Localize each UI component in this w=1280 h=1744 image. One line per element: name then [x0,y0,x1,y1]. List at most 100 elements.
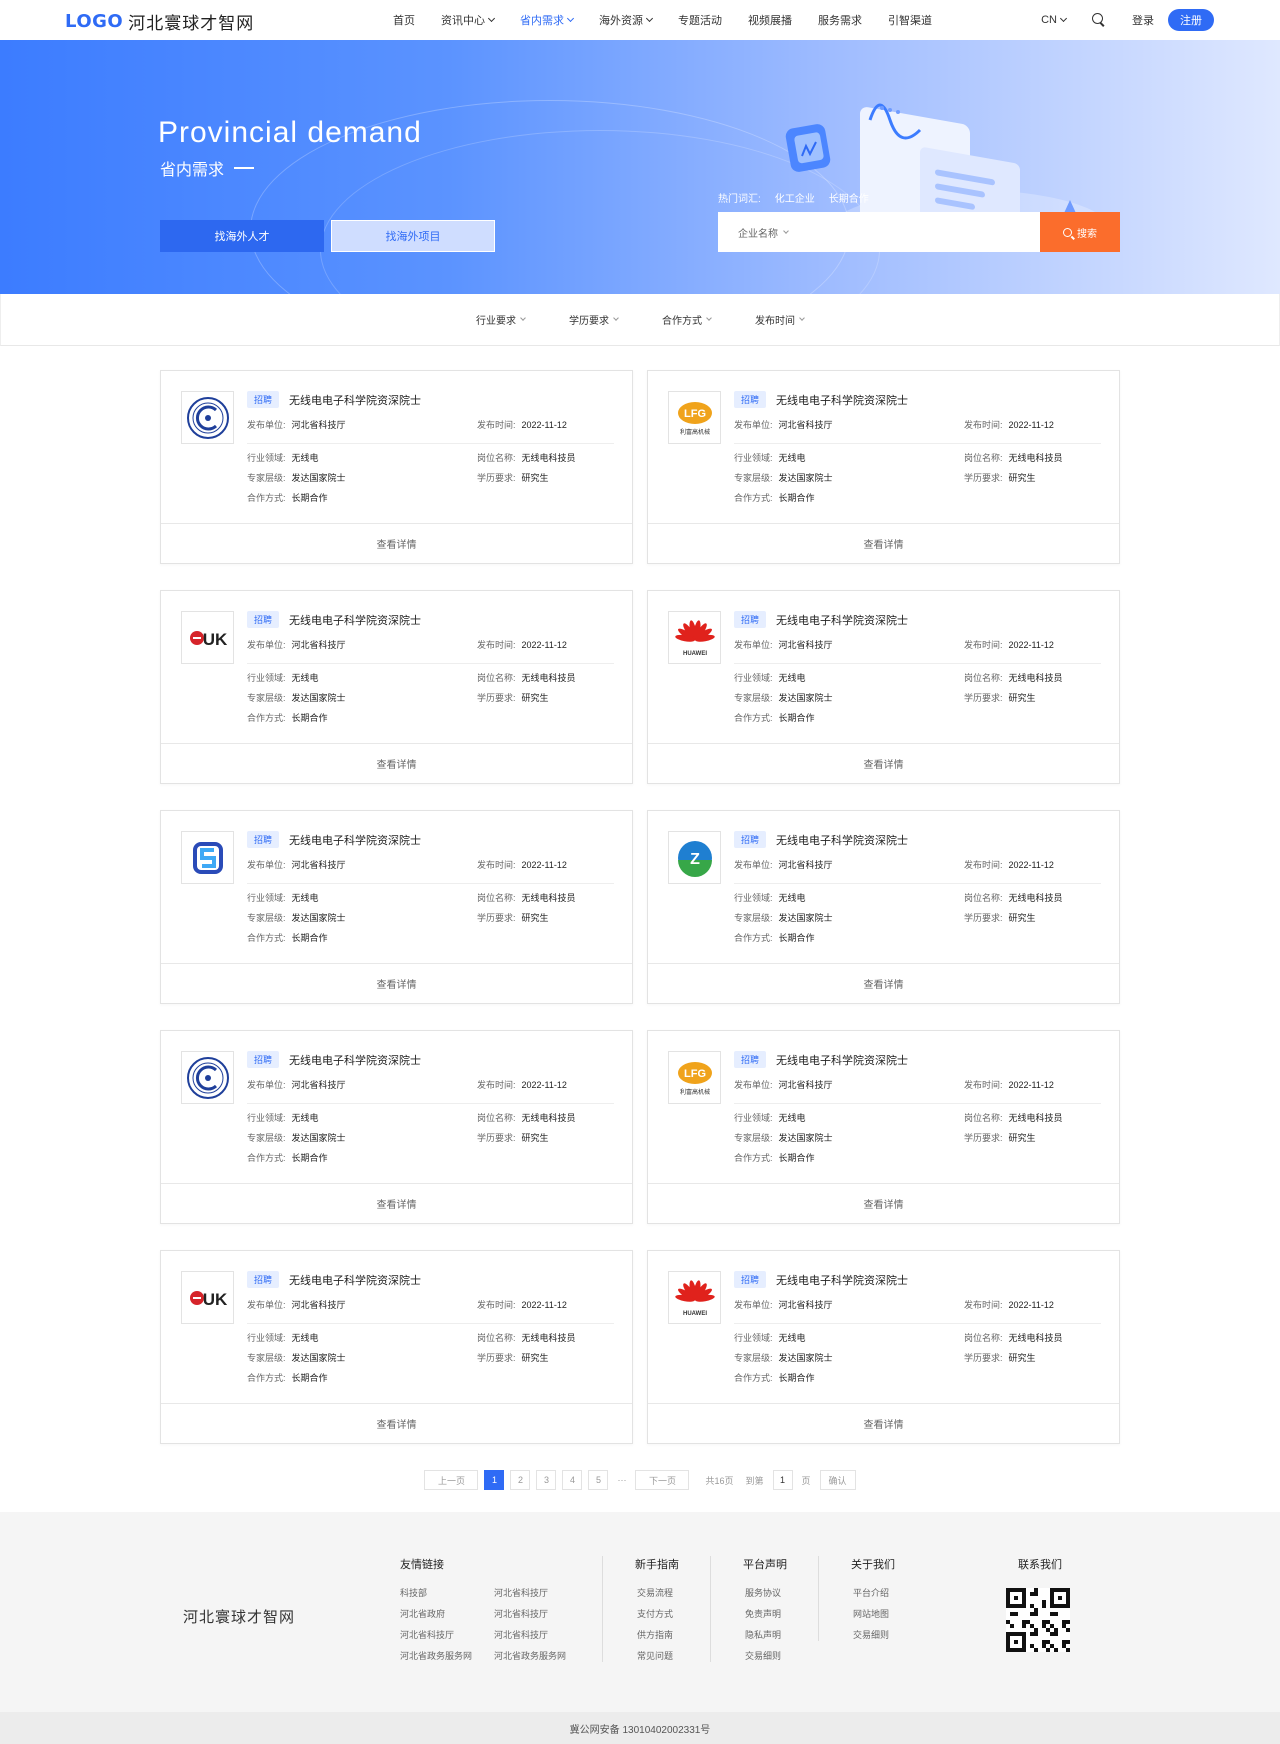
page-number-button[interactable]: 5 [588,1470,609,1490]
footer-link[interactable]: 交易细则 [853,1628,895,1641]
field-value: 2022-11-12 [521,1080,567,1090]
demand-card: 招聘 无线电电子科学院资深院士 发布单位: 河北省科技厅 发布时间: 2022-11-12… [160,1030,633,1224]
card-title[interactable]: 无线电电子科学院资深院士 [289,832,421,848]
card-divider [247,663,614,664]
search-category-select[interactable]: 企业名称 [718,212,1040,252]
field-label: 岗位名称: [477,673,516,683]
card-title[interactable]: 无线电电子科学院资深院士 [776,392,908,408]
field-label: 行业领域: [247,1333,286,1343]
field-value: 2022-11-12 [521,640,567,650]
footer-link[interactable]: 河北省科技厅 [400,1628,494,1641]
nav-item[interactable]: 专题活动 [678,12,722,28]
field-label: 发布单位: [734,640,773,650]
filter-dropdown[interactable]: 学历要求 [569,312,619,327]
svg-text:利富高机械: 利富高机械 [679,428,709,436]
field-value: 无线电 [291,673,319,683]
view-detail-button[interactable]: 查看详情 [648,523,1119,563]
footer-link[interactable]: 交易流程 [637,1586,679,1599]
footer-link[interactable]: 网站地图 [853,1607,895,1620]
footer-link[interactable]: 科技部 [400,1586,494,1599]
page-number-button[interactable]: 3 [536,1470,557,1490]
card-title[interactable]: 无线电电子科学院资深院士 [289,1272,421,1288]
site-logo[interactable]: LOGO 河北寰球才智网 [65,9,254,34]
friend-links-list: 科技部 河北省科技厅 河北省政府 河北省科技厅 河北省科技厅 河北省科技厅 河北省政务服务网… [400,1586,588,1662]
card-title[interactable]: 无线电电子科学院资深院士 [289,612,421,628]
field-label: 发布时间: [964,1080,1003,1090]
nav-item[interactable]: 首页 [393,12,415,28]
hot-word-link[interactable]: 化工企业 [775,190,815,205]
language-selector[interactable]: CN [1041,14,1068,26]
footer-link[interactable]: 河北省政务服务网 [494,1649,588,1662]
company-logo: HUAWEI [668,611,721,664]
prev-page-button[interactable]: 上一页 [424,1470,479,1490]
footer-link[interactable]: 隐私声明 [745,1628,787,1641]
card-title[interactable]: 无线电电子科学院资深院士 [289,392,421,408]
footer-link[interactable]: 常见问题 [637,1649,679,1662]
next-page-button[interactable]: 下一页 [635,1470,690,1490]
field-value: 无线电科技员 [1008,1113,1063,1123]
field-value: 河北省科技厅 [778,860,833,870]
hot-word-link[interactable]: 长期合作 [829,190,869,205]
view-detail-button[interactable]: 查看详情 [161,743,632,783]
nav-item[interactable]: 资讯中心 [441,12,496,28]
footer-link[interactable]: 河北省科技厅 [494,1628,588,1641]
view-detail-button[interactable]: 查看详情 [648,1183,1119,1223]
footer-heading: 关于我们 [851,1559,895,1571]
card-title[interactable]: 无线电电子科学院资深院士 [776,612,908,628]
field-value: 研究生 [1008,1133,1036,1143]
footer-link[interactable]: 河北省科技厅 [494,1607,588,1620]
footer-link[interactable]: 河北省科技厅 [494,1586,588,1599]
footer-link[interactable]: 支付方式 [637,1607,679,1620]
goto-page-input[interactable]: 1 [772,1470,793,1490]
view-detail-button[interactable]: 查看详情 [648,743,1119,783]
field-value: 2022-11-12 [1008,640,1054,650]
nav-item[interactable]: 视频展播 [748,12,792,28]
confirm-page-button[interactable]: 确认 [819,1470,856,1490]
recruit-tag: 招聘 [734,831,767,848]
filter-dropdown[interactable]: 发布时间 [755,312,805,327]
filter-dropdown[interactable]: 合作方式 [662,312,712,327]
view-detail-button[interactable]: 查看详情 [161,1403,632,1443]
login-link[interactable]: 登录 [1132,12,1154,28]
tab-find-talent[interactable]: 找海外人才 [160,220,324,252]
footer-link[interactable]: 河北省政务服务网 [400,1649,494,1662]
search-button[interactable]: 搜索 [1040,212,1120,252]
nav-item[interactable]: 省内需求 [520,12,575,28]
field-label: 行业领域: [247,893,286,903]
chevron-down-icon [645,14,654,23]
nav-item-label: 引智渠道 [888,15,932,27]
nav-item[interactable]: 服务需求 [818,12,862,28]
card-title[interactable]: 无线电电子科学院资深院士 [776,832,908,848]
footer-link[interactable]: 免责声明 [745,1607,787,1620]
page-number-button[interactable]: 4 [562,1470,583,1490]
card-title[interactable]: 无线电电子科学院资深院士 [776,1272,908,1288]
register-button[interactable]: 注册 [1168,9,1214,31]
footer-link[interactable]: 平台介绍 [853,1586,895,1599]
card-title[interactable]: 无线电电子科学院资深院士 [289,1052,421,1068]
view-detail-button[interactable]: 查看详情 [161,1183,632,1223]
footer-link[interactable]: 河北省政府 [400,1607,494,1620]
nav-item[interactable]: 海外资源 [599,12,654,28]
tab-find-project[interactable]: 找海外项目 [331,220,495,252]
footer-link[interactable]: 供方指南 [637,1628,679,1641]
footer-link[interactable]: 服务协议 [745,1586,787,1599]
search-icon[interactable] [1092,13,1106,27]
card-field-position: 岗位名称: 无线电科技员 [477,891,576,904]
field-label: 发布时间: [477,860,516,870]
footer-guide: 新手指南 交易流程 支付方式 供方指南 常见问题 [602,1556,679,1662]
nav-item[interactable]: 引智渠道 [888,12,932,28]
field-value: 无线电 [778,1113,806,1123]
field-value: 河北省科技厅 [291,860,346,870]
field-value: 无线电 [778,893,806,903]
page-number-button[interactable]: 2 [510,1470,531,1490]
footer-link[interactable]: 交易细则 [745,1649,787,1662]
view-detail-button[interactable]: 查看详情 [161,963,632,1003]
field-label: 发布单位: [734,860,773,870]
card-title[interactable]: 无线电电子科学院资深院士 [776,1052,908,1068]
view-detail-button[interactable]: 查看详情 [648,963,1119,1003]
view-detail-button[interactable]: 查看详情 [161,523,632,563]
view-detail-button[interactable]: 查看详情 [648,1403,1119,1443]
filter-dropdown[interactable]: 行业要求 [476,312,526,327]
card-field-cooperation: 合作方式: 长期合作 [247,711,328,724]
page-number-button[interactable]: 1 [484,1470,505,1490]
